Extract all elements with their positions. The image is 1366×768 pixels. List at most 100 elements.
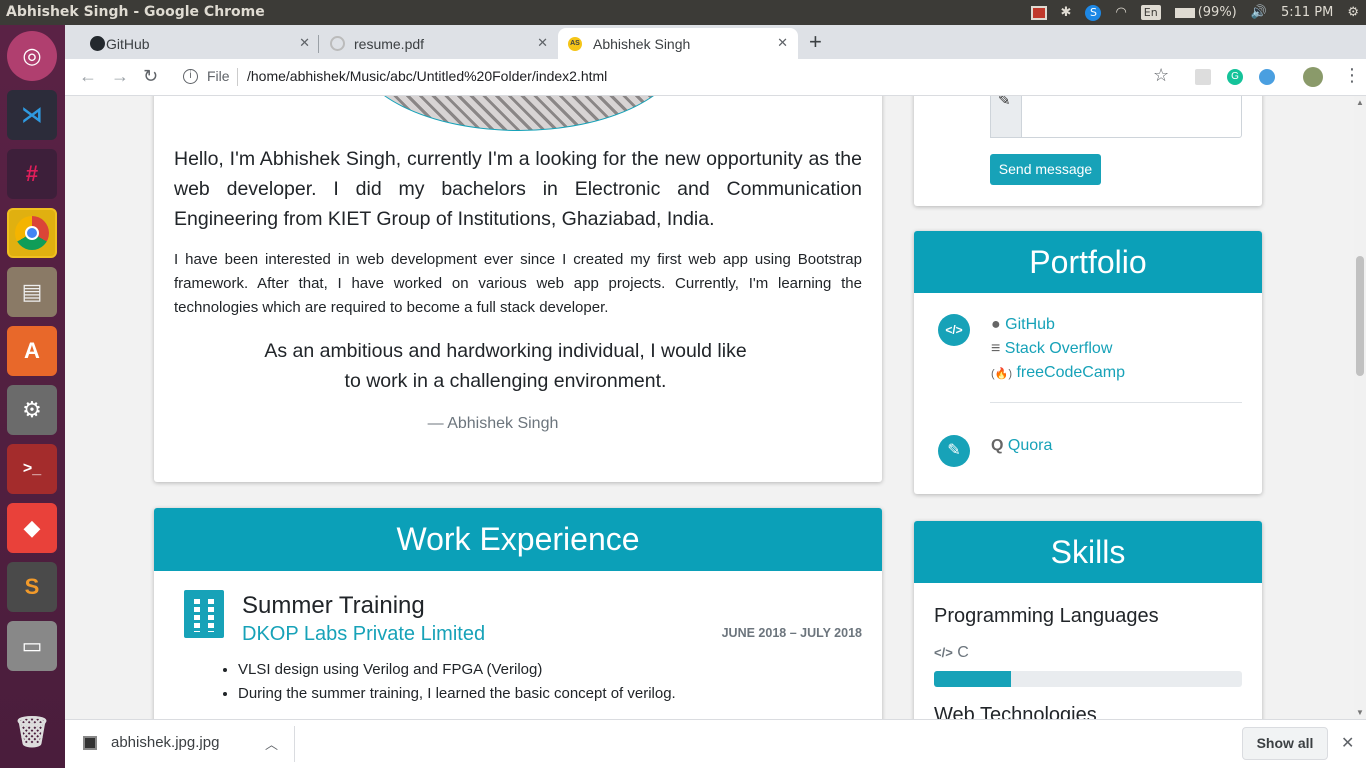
job-bullets: VLSI design using Verilog and FPGA (Veri… (238, 658, 676, 706)
close-icon[interactable]: ✕ (777, 35, 788, 51)
profile-avatar[interactable] (1303, 67, 1323, 87)
extension-blue-icon[interactable] (1259, 69, 1275, 85)
about-intro: Hello, I'm Abhishek Singh, currently I'm… (174, 148, 862, 230)
settings-icon[interactable]: ⚙ (7, 385, 57, 435)
portfolio-link-quora[interactable]: Q Quora (991, 437, 1052, 455)
software-center-icon[interactable]: A (7, 326, 57, 376)
show-all-button[interactable]: Show all (1242, 727, 1328, 760)
about-card: Hello, I'm Abhishek Singh, currently I'm… (154, 96, 882, 482)
download-bar: abhishek.jpg.jpg ︿ Show all ✕ (65, 719, 1366, 768)
link-label: freeCodeCamp (1016, 364, 1125, 381)
forward-button[interactable]: → (111, 66, 129, 87)
job-dates: JUNE 2018 – JULY 2018 (721, 626, 862, 640)
profile-photo (354, 96, 684, 131)
extension-icon[interactable] (1195, 69, 1211, 85)
record-icon[interactable] (1024, 0, 1054, 25)
battery-icon (1174, 7, 1195, 18)
github-icon (90, 36, 105, 51)
url-scheme-label: File (207, 68, 230, 84)
clock[interactable]: 5:11 PM (1274, 0, 1340, 25)
monitor-icon[interactable]: ▭ (7, 621, 57, 671)
pencil-addon: ✎ (990, 96, 1022, 138)
close-icon[interactable]: ✕ (537, 35, 548, 51)
close-icon[interactable]: ✕ (299, 35, 310, 51)
download-item[interactable]: abhishek.jpg.jpg (83, 734, 219, 751)
info-icon[interactable]: i (183, 69, 198, 84)
portfolio-link-freecodecamp[interactable]: (🔥) freeCodeCamp (991, 364, 1125, 382)
scroll-down-arrow[interactable]: ▼ (1356, 708, 1364, 717)
tab-abhishek-singh[interactable]: AS Abhishek Singh ✕ (558, 28, 798, 59)
section-title: Skills (1050, 534, 1126, 570)
link-label: Stack Overflow (1004, 340, 1113, 357)
vscode-icon[interactable]: ⋊ (7, 90, 57, 140)
site-favicon-icon: AS (568, 37, 582, 51)
scrollbar-thumb[interactable] (1356, 256, 1364, 376)
new-tab-button[interactable]: + (809, 29, 822, 55)
battery-indicator[interactable]: (99%) (1168, 0, 1244, 25)
message-textarea[interactable] (1021, 96, 1242, 138)
work-experience-header: Work Experience (154, 508, 882, 571)
web-page: Hello, I'm Abhishek Singh, currently I'm… (65, 96, 1354, 719)
ubuntu-dash-icon[interactable]: ◎ (7, 31, 57, 81)
grammarly-icon[interactable]: G (1227, 69, 1243, 85)
slack-tray-icon[interactable]: ✱ (1054, 0, 1079, 25)
volume-icon[interactable]: 🔊 (1244, 0, 1274, 25)
chevron-up-icon[interactable]: ︿ (265, 734, 278, 753)
work-experience-card: Work Experience Summer Training DKOP Lab… (154, 508, 882, 719)
back-button[interactable]: ← (79, 66, 97, 87)
reload-button[interactable]: ↻ (143, 66, 158, 87)
link-label: GitHub (1005, 316, 1055, 333)
toolbar: ← → ↻ i File /home/abhishek/Music/abc/Un… (65, 59, 1366, 96)
link-label: Quora (1007, 437, 1053, 454)
tab-label: resume.pdf (354, 35, 425, 52)
chrome-icon[interactable] (7, 208, 57, 258)
quote-block: As an ambitious and hardworking individu… (174, 336, 862, 396)
bookmark-star-icon[interactable]: ☆ (1153, 65, 1169, 86)
scroll-up-arrow[interactable]: ▲ (1356, 98, 1364, 107)
tab-label: Abhishek Singh (593, 35, 691, 52)
job-title: Summer Training (242, 592, 425, 619)
tab-divider (318, 35, 319, 53)
keyboard-layout-indicator[interactable]: En (1134, 0, 1168, 25)
portfolio-link-github[interactable]: ● GitHub (991, 316, 1055, 334)
section-title: Portfolio (1029, 244, 1147, 280)
page-scrollbar[interactable]: ▲ ▼ (1354, 96, 1366, 719)
contact-card: ✎ Send message (914, 96, 1262, 206)
wifi-icon[interactable]: ◠ (1108, 0, 1133, 25)
sublime-text-icon[interactable]: S (7, 562, 57, 612)
send-message-button[interactable]: Send message (990, 154, 1101, 185)
building-icon (184, 590, 224, 638)
portfolio-link-stackoverflow[interactable]: ≡ Stack Overflow (991, 340, 1112, 358)
skype-icon[interactable]: S (1078, 0, 1108, 25)
menu-icon[interactable]: ⋮ (1343, 65, 1361, 86)
battery-percent: (99%) (1197, 5, 1237, 20)
tab-resume-pdf[interactable]: resume.pdf ✕ (328, 28, 558, 59)
system-tray: ✱ S ◠ En (99%) 🔊 5:11 PM ⚙ (1024, 0, 1366, 25)
slack-icon[interactable]: # (7, 149, 57, 199)
section-title: Work Experience (396, 521, 640, 557)
quote-line: to work in a challenging environment. (344, 370, 667, 392)
system-top-bar: Abhishek Singh - Google Chrome ✱ S ◠ En … (0, 0, 1366, 25)
code-icon: </> (934, 645, 953, 660)
about-paragraph: I have been interested in web developmen… (174, 251, 862, 316)
skill-label: </> C (934, 644, 969, 662)
tab-github[interactable]: GitHub ✕ (80, 28, 320, 59)
address-bar[interactable]: /home/abhishek/Music/abc/Untitled%20Fold… (247, 68, 607, 84)
terminal-icon[interactable]: >_ (7, 444, 57, 494)
tab-strip: GitHub ✕ resume.pdf ✕ AS Abhishek Singh … (65, 25, 1366, 59)
files-icon[interactable]: ▤ (7, 267, 57, 317)
trash-icon[interactable]: 🗑 (7, 707, 57, 757)
quora-icon: Q (991, 437, 1004, 454)
url-divider (237, 68, 238, 86)
anydesk-icon[interactable]: ◆ (7, 503, 57, 553)
company-name: DKOP Labs Private Limited (242, 623, 486, 645)
gear-icon[interactable]: ⚙ (1340, 0, 1366, 25)
list-item: During the summer training, I learned th… (238, 682, 676, 706)
tab-label: GitHub (106, 35, 150, 52)
unity-launcher: ◎ ⋊ # ▤ A ⚙ >_ ◆ S ▭ 🗑 (0, 25, 65, 768)
close-icon[interactable]: ✕ (1341, 733, 1354, 753)
file-icon (83, 735, 97, 750)
skill-name: C (957, 644, 969, 661)
list-item: VLSI design using Verilog and FPGA (Veri… (238, 658, 676, 682)
loading-icon (330, 36, 345, 51)
